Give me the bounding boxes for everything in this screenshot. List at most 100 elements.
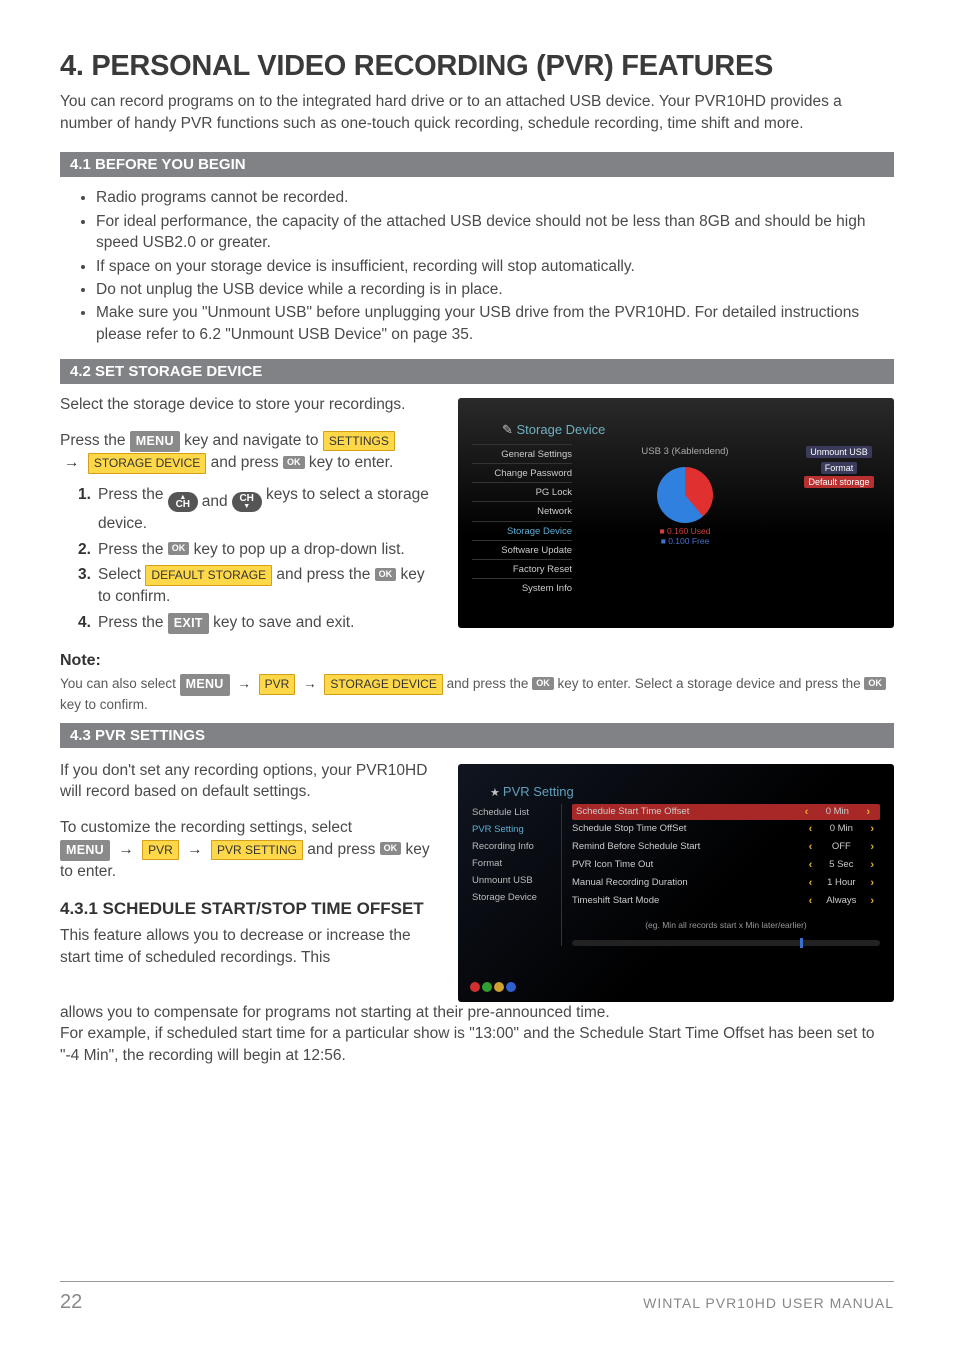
exit-key-badge: EXIT: [168, 613, 209, 635]
section-heading-4-1: 4.1 BEFORE YOU BEGIN: [60, 152, 894, 177]
mock-menu-item: General Settings: [472, 444, 572, 463]
ok-key-badge: OK: [532, 677, 554, 690]
mock2-menu-item: Format: [472, 855, 555, 872]
mock2-footnote: (eg. Min all records start x Min later/e…: [572, 920, 880, 930]
mock2-menu-item: Schedule List: [472, 804, 555, 821]
row-value: Always: [818, 895, 864, 906]
step-number: 1.: [78, 484, 98, 535]
step-number: 4.: [78, 612, 98, 635]
color-button-icons: [470, 982, 516, 992]
chevron-left-icon: ‹: [803, 895, 819, 907]
list-item: For ideal performance, the capacity of t…: [96, 211, 894, 254]
mock2-menu-item-active: PVR Setting: [472, 821, 555, 838]
mock-right-item-active: Default storage: [804, 476, 873, 488]
row-value: 1 Hour: [818, 877, 864, 888]
pie-free-label: 0.100 Free: [668, 536, 709, 546]
mock2-row: Remind Before Schedule Start ‹ OFF ›: [572, 838, 880, 856]
pvr-badge: PVR: [259, 674, 296, 695]
storage-device-screenshot: Storage Device General Settings Change P…: [458, 398, 894, 628]
chevron-right-icon: ›: [864, 859, 880, 871]
mock2-menu-item: Recording Info: [472, 838, 555, 855]
ok-key-badge: OK: [168, 542, 190, 555]
mock-menu-item: Software Update: [472, 540, 572, 559]
text: To customize the recording settings, sel…: [60, 819, 352, 836]
arrow-icon: →: [118, 839, 134, 861]
chevron-left-icon: ‹: [803, 823, 819, 835]
arrow-icon: →: [237, 675, 251, 694]
storage-device-badge: STORAGE DEVICE: [324, 674, 442, 695]
row-value: 0 Min: [814, 806, 860, 817]
mock-device-label: USB 3 (Kablendend): [586, 446, 784, 457]
mock-right-item: Format: [821, 462, 858, 474]
mock-menu-item: PG Lock: [472, 482, 572, 501]
text: Press the: [98, 614, 163, 631]
text: key to enter. Select a storage device an…: [557, 676, 860, 691]
mock-center: USB 3 (Kablendend) ■ 0.160 Used ■ 0.100 …: [586, 444, 784, 597]
mock-menu-item-active: Storage Device: [472, 521, 572, 540]
red-dot-icon: [470, 982, 480, 992]
mock2-row: Timeshift Start Mode ‹ Always ›: [572, 892, 880, 910]
chevron-left-icon: ‹: [799, 806, 815, 818]
list-item: If space on your storage device is insuf…: [96, 256, 894, 277]
page-number: 22: [60, 1291, 82, 1314]
menu-key-badge: MENU: [130, 431, 180, 453]
mock-menu-item: Network: [472, 501, 572, 520]
storage-device-instruction: → STORAGE DEVICE and press OK key to ent…: [60, 452, 440, 474]
text: Press the: [98, 541, 163, 558]
numbered-steps: 1. Press the CH and CH keys to select a …: [60, 484, 440, 634]
page-footer: 22 WINTAL PVR10HD USER MANUAL: [60, 1291, 894, 1314]
step-number: 3.: [78, 564, 98, 607]
ch-label: CH: [176, 499, 190, 510]
menu-key-badge: MENU: [60, 840, 110, 862]
arrow-icon: →: [64, 452, 80, 474]
ok-key-badge: OK: [283, 456, 305, 469]
ok-key-badge: OK: [380, 842, 402, 855]
mock2-left-menu: Schedule List PVR Setting Recording Info…: [472, 804, 562, 946]
mock2-rows: Schedule Start Time Offset ‹ 0 Min › Sch…: [572, 804, 880, 946]
manual-title: WINTAL PVR10HD USER MANUAL: [643, 1295, 894, 1311]
mock-menu-item: System Info: [472, 578, 572, 597]
mock2-row: Schedule Stop Time OffSet ‹ 0 Min ›: [572, 820, 880, 838]
ok-key-badge: OK: [864, 677, 886, 690]
row-label: Schedule Stop Time OffSet: [572, 823, 803, 834]
subsection-heading-431: 4.3.1 SCHEDULE START/STOP TIME OFFSET: [60, 899, 440, 919]
row-value: OFF: [818, 841, 864, 852]
pvr-settings-p2: To customize the recording settings, sel…: [60, 817, 440, 883]
row-label: Remind Before Schedule Start: [572, 841, 803, 852]
blue-dot-icon: [506, 982, 516, 992]
text: key to confirm.: [60, 697, 148, 712]
mock2-row: PVR Icon Time Out ‹ 5 Sec ›: [572, 856, 880, 874]
yellow-dot-icon: [494, 982, 504, 992]
chevron-right-icon: ›: [864, 841, 880, 853]
row-label: Timeshift Start Mode: [572, 895, 803, 906]
mock-right-menu: Unmount USB Format Default storage: [798, 444, 880, 597]
offset-body-2: For example, if scheduled start time for…: [60, 1023, 894, 1066]
pvr-setting-badge: PVR SETTING: [211, 840, 303, 861]
text: key to enter.: [309, 454, 393, 471]
channel-down-key-icon: CH: [232, 492, 262, 512]
mock2-menu-item: Unmount USB: [472, 872, 555, 889]
text: Press the: [60, 432, 125, 449]
arrow-icon: →: [187, 839, 203, 861]
chevron-left-icon: ‹: [803, 841, 819, 853]
text: and press the: [276, 566, 370, 583]
pvr-setting-screenshot: PVR Setting Schedule List PVR Setting Re…: [458, 764, 894, 1002]
press-menu-instruction: Press the MENU key and navigate to SETTI…: [60, 430, 440, 453]
text: Select: [98, 566, 141, 583]
mock2-row-highlight: Schedule Start Time Offset ‹ 0 Min ›: [572, 804, 880, 820]
green-dot-icon: [482, 982, 492, 992]
mock-menu-item: Factory Reset: [472, 559, 572, 578]
row-label: Schedule Start Time Offset: [576, 806, 799, 817]
mock2-menu-item: Storage Device: [472, 889, 555, 906]
settings-badge: SETTINGS: [323, 431, 395, 452]
list-item: Radio programs cannot be recorded.: [96, 187, 894, 208]
step-2: 2. Press the OK key to pop up a drop-dow…: [78, 539, 440, 561]
menu-key-badge: MENU: [180, 674, 230, 696]
section-heading-4-2: 4.2 SET STORAGE DEVICE: [60, 359, 894, 384]
ok-key-badge: OK: [375, 568, 397, 581]
note-heading: Note:: [60, 652, 894, 670]
mock2-row: Manual Recording Duration ‹ 1 Hour ›: [572, 874, 880, 892]
pvr-settings-p1: If you don't set any recording options, …: [60, 760, 440, 803]
text: and press: [211, 454, 279, 471]
footer-rule: [60, 1281, 894, 1282]
